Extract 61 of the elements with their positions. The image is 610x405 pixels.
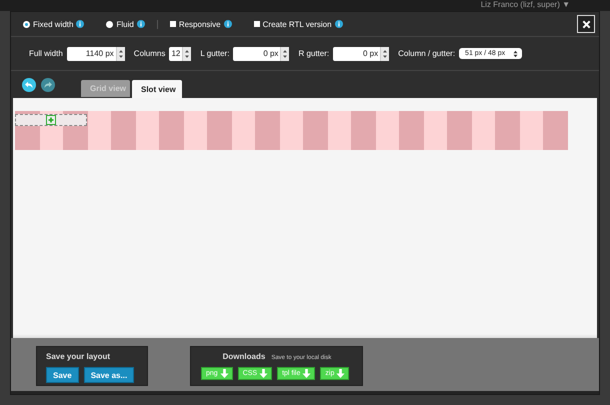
grid-column: [351, 111, 376, 150]
grid-gutter: [88, 111, 112, 150]
grid-gutter: [280, 111, 304, 150]
panel-title: Save your layout: [46, 352, 112, 361]
grid-gutter: [328, 111, 352, 150]
view-tab[interactable]: Slot view: [132, 80, 182, 98]
number-field[interactable]: 12: [169, 46, 192, 60]
spinner-arrows-icon[interactable]: [116, 46, 125, 60]
grid-column: [159, 111, 184, 150]
option-label: Create RTL version: [262, 20, 332, 28]
radio-button[interactable]: [106, 20, 114, 28]
field-label: Full width: [29, 49, 63, 58]
grid-gutter: [424, 111, 448, 150]
info-icon[interactable]: [334, 20, 343, 28]
undo-icon[interactable]: [22, 78, 36, 92]
select-arrows-icon[interactable]: [513, 50, 518, 58]
field-label: R gutter:: [298, 49, 330, 58]
close-icon[interactable]: [582, 20, 590, 28]
option-label: Fluid: [116, 20, 134, 28]
grid-column: [543, 111, 568, 150]
option-label: Responsive: [178, 20, 221, 28]
grid-column: [447, 111, 472, 150]
grid-column: [303, 111, 328, 150]
spinner-arrows-icon[interactable]: [182, 46, 192, 60]
field-label: L gutter:: [200, 49, 230, 58]
download-arrow-icon: [259, 368, 268, 378]
grid-column: [207, 111, 232, 150]
grid-gutter: [472, 111, 496, 150]
option-label: Fixed width: [33, 20, 74, 28]
save-button[interactable]: Save: [46, 367, 79, 383]
radio-button[interactable]: [23, 20, 30, 28]
info-icon[interactable]: [76, 20, 84, 28]
grid-column: [255, 111, 280, 150]
grid-column: [399, 111, 424, 150]
field-label: Columns: [134, 49, 166, 58]
download-arrow-icon: [302, 368, 312, 378]
add-icon[interactable]: [46, 115, 56, 125]
grid-gutter: [136, 111, 160, 150]
info-icon[interactable]: [224, 20, 232, 28]
download-arrow-icon: [336, 368, 346, 378]
number-field[interactable]: 0 px: [333, 46, 390, 60]
info-icon[interactable]: [136, 20, 145, 28]
spinner-arrows-icon[interactable]: [380, 46, 390, 60]
save-button[interactable]: Save as...: [84, 367, 134, 383]
user-menu[interactable]: Liz Franco (lizf, super) ▼: [480, 0, 570, 11]
grid-gutter: [184, 111, 208, 150]
close-button[interactable]: [577, 15, 595, 33]
spinner-arrows-icon[interactable]: [280, 46, 290, 60]
checkbox[interactable]: [170, 21, 176, 27]
grid-column: [495, 111, 520, 150]
checkbox[interactable]: [254, 21, 260, 27]
number-field[interactable]: 0 px: [233, 46, 290, 60]
panel-title: Downloads: [222, 352, 266, 361]
grid-gutter: [520, 111, 544, 150]
number-field[interactable]: 1140 px: [66, 46, 125, 60]
slot-placeholder[interactable]: [15, 114, 87, 126]
grid-gutter: [232, 111, 256, 150]
field-label: Column / gutter:: [398, 49, 456, 58]
grid-column: [111, 111, 136, 150]
download-arrow-icon: [220, 368, 229, 378]
grid-gutter: [376, 111, 400, 150]
